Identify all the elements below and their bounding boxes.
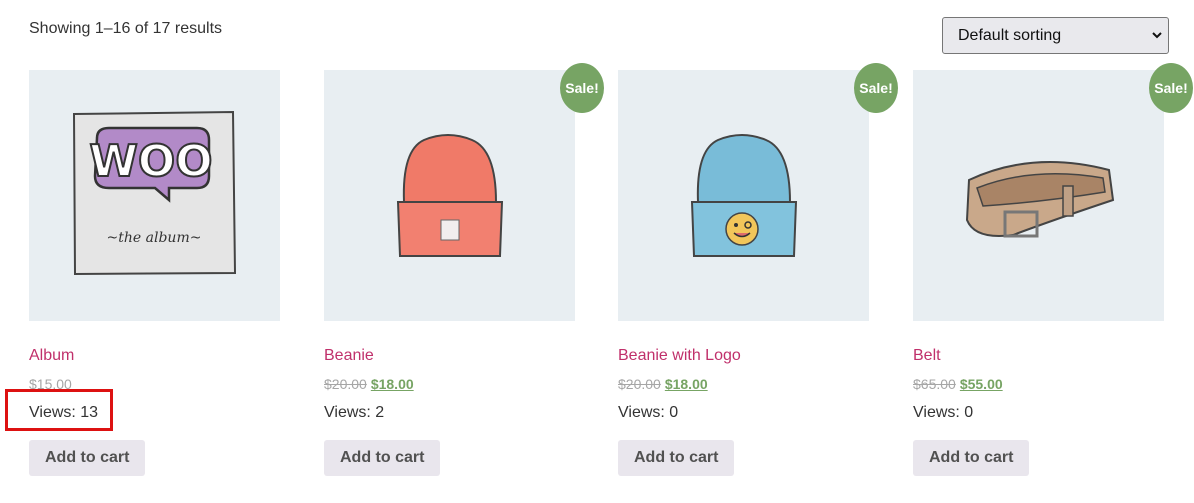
add-to-cart-button[interactable]: Add to cart xyxy=(324,440,441,476)
product-card-beanie: Sale! Beanie $20.00 $18.00 Views: 2 Add t… xyxy=(324,63,604,476)
beanie-icon xyxy=(396,134,504,257)
price-old: $20.00 xyxy=(618,376,661,392)
add-to-cart-button[interactable]: Add to cart xyxy=(618,440,735,476)
product-title[interactable]: Beanie with Logo xyxy=(618,347,741,365)
product-image-album[interactable]: WOO ~the album~ xyxy=(29,70,280,321)
product-title[interactable]: Beanie xyxy=(324,347,374,365)
product-title[interactable]: Album xyxy=(29,347,74,365)
product-card-beanie-with-logo: Sale! Beanie with Logo $20.00 $18.00 View… xyxy=(618,63,898,476)
product-image-belt[interactable] xyxy=(913,70,1164,321)
product-card-belt: Sale! Belt $65.00 $55.00 Views: 0 Add to … xyxy=(913,63,1193,476)
price-new: $18.00 xyxy=(370,376,414,392)
product-price: $65.00 $55.00 xyxy=(913,376,1003,392)
product-price: $20.00 $18.00 xyxy=(618,376,708,392)
add-to-cart-button[interactable]: Add to cart xyxy=(29,440,146,476)
chevron-down-icon xyxy=(1152,32,1162,39)
sorting-select-value: Default sorting xyxy=(958,26,1062,44)
result-count: Showing 1–16 of 17 results xyxy=(29,20,223,37)
sorting-select[interactable]: Default sorting xyxy=(942,17,1169,54)
price-old: $65.00 xyxy=(913,376,956,392)
views-count: Views: 0 xyxy=(618,404,679,421)
belt-icon xyxy=(965,161,1115,238)
product-title[interactable]: Belt xyxy=(913,347,941,365)
sale-badge: Sale! xyxy=(1149,63,1193,113)
svg-text:WOO: WOO xyxy=(89,136,212,187)
price-new: $55.00 xyxy=(959,376,1003,392)
price-old: $20.00 xyxy=(324,376,367,392)
sale-badge: Sale! xyxy=(560,63,604,113)
shop-page: Showing 1–16 of 17 results Default sorti… xyxy=(0,0,1194,503)
beanie-logo-icon xyxy=(690,134,798,257)
svg-text:~the album~: ~the album~ xyxy=(107,230,202,246)
add-to-cart-button[interactable]: Add to cart xyxy=(913,440,1030,476)
album-woo-icon: WOO ~the album~ xyxy=(72,110,237,276)
views-count: Views: 0 xyxy=(913,404,974,421)
product-image-beanie[interactable] xyxy=(324,70,575,321)
product-price: $20.00 $18.00 xyxy=(324,376,414,392)
sale-badge: Sale! xyxy=(854,63,898,113)
product-card-album: WOO ~the album~ Album $15.00 Views: 13 A… xyxy=(29,70,280,476)
product-image-beanie-with-logo[interactable] xyxy=(618,70,869,321)
price-new: $18.00 xyxy=(664,376,708,392)
highlight-box xyxy=(5,389,113,431)
views-count: Views: 2 xyxy=(324,404,385,421)
